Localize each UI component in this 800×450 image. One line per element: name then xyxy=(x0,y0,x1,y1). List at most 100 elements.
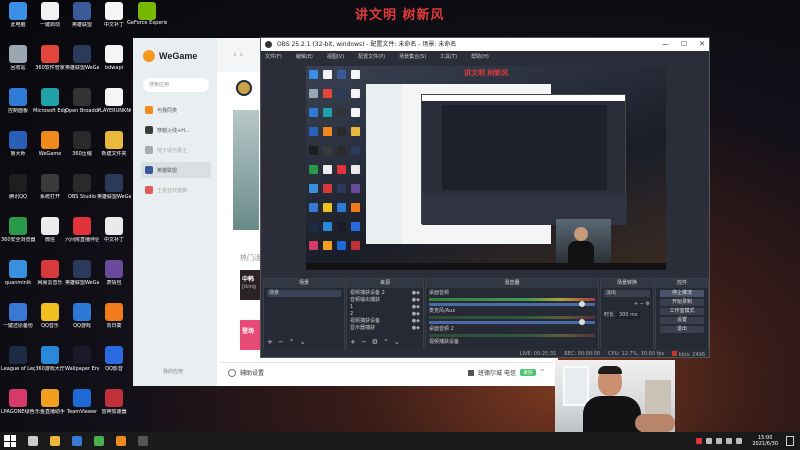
desktop-icon[interactable]: LPAGONE绿色软件 xyxy=(1,389,35,429)
wegame-sidebar-item-active[interactable]: 英雄联盟 xyxy=(141,162,211,178)
taskbar-app-wegame[interactable] xyxy=(116,436,126,446)
desktop-icon[interactable]: 网易云音乐 xyxy=(34,260,66,300)
start-recording-button[interactable]: 开始录制 xyxy=(660,299,704,306)
scene-item[interactable]: 场景 xyxy=(267,290,341,297)
taskbar-app-explorer[interactable] xyxy=(50,436,60,446)
desktop-icon[interactable]: 向日葵 xyxy=(98,303,130,343)
desktop-icon[interactable]: 表情包 xyxy=(98,260,130,300)
taskbar-app-obs[interactable] xyxy=(138,436,148,446)
desktop-icon[interactable]: 360游戏大厅 xyxy=(34,346,66,386)
desktop-icon[interactable]: bdwapi xyxy=(98,45,130,85)
move-up-icon[interactable]: ⌃ xyxy=(383,338,389,346)
maximize-icon[interactable]: ☐ xyxy=(681,38,687,51)
event-card[interactable]: 中韩 [iking xyxy=(240,270,262,300)
duration-input[interactable]: 300 ms xyxy=(617,312,640,319)
desktop-icon[interactable]: 英雄联盟WeGame版 xyxy=(65,260,99,300)
desktop-icon[interactable]: 新建文件夹 xyxy=(98,131,130,171)
source-item[interactable]: 音频输出捕获 ●◆ xyxy=(350,297,420,304)
clock[interactable]: 15:00 2021/6/30 xyxy=(752,435,778,447)
eye-lock-icon[interactable]: ●◆ xyxy=(412,311,420,318)
exit-button[interactable]: 退出 xyxy=(660,326,704,333)
volume-slider[interactable] xyxy=(429,319,595,325)
wegame-search-input[interactable]: 搜索应用 xyxy=(143,78,209,92)
source-item[interactable]: 视频捕获设备 2 ●◆ xyxy=(350,290,420,297)
desktop-icon[interactable]: 腾讯QQ xyxy=(2,174,34,214)
menu-help[interactable]: 帮助(H) xyxy=(471,51,489,63)
obs-preview[interactable]: 讲文明 树新风 xyxy=(306,66,666,270)
desktop-icon[interactable]: QQ音乐 xyxy=(34,303,66,343)
event-card[interactable]: 登场 xyxy=(240,320,262,350)
source-item[interactable]: 2 ●◆ xyxy=(350,311,420,318)
eye-lock-icon[interactable]: ●◆ xyxy=(412,325,420,332)
menu-view[interactable]: 视图(V) xyxy=(327,51,344,63)
close-icon[interactable]: ✕ xyxy=(699,38,705,51)
taskbar-app-store[interactable] xyxy=(72,436,82,446)
desktop-icon[interactable]: 中文补丁 xyxy=(98,217,130,257)
desktop-icon[interactable]: 回收站 xyxy=(2,45,34,85)
volume-icon[interactable] xyxy=(726,438,733,444)
desktop-icon[interactable]: 英雄联盟 xyxy=(66,2,98,42)
desktop-icon[interactable]: 控制面板 xyxy=(2,88,34,128)
eye-lock-icon[interactable]: ●◆ xyxy=(412,318,420,325)
desktop-icon[interactable]: TeamViewer xyxy=(66,389,98,429)
taskbar-app-360[interactable] xyxy=(94,436,104,446)
desktop-icon[interactable]: OBS Studio xyxy=(66,174,98,214)
desktop-icon[interactable]: PLAYERUNKNOWN xyxy=(97,88,131,128)
notification-icon[interactable] xyxy=(786,436,794,446)
desktop-icon[interactable]: 乐鱼直播助手 xyxy=(34,389,66,429)
eye-lock-icon[interactable]: ●◆ xyxy=(412,297,420,304)
desktop-icon[interactable]: 360压缩 xyxy=(66,131,98,171)
desktop-icon[interactable]: 中文补丁 xyxy=(98,2,130,42)
desktop-icon[interactable]: Open Broadcast xyxy=(65,88,99,128)
remove-icon[interactable]: − xyxy=(278,338,284,346)
source-item[interactable]: 1 ●◆ xyxy=(350,304,420,311)
wegame-sidebar-item[interactable]: 王者狂欢盛典 xyxy=(141,182,211,198)
language-icon[interactable] xyxy=(736,438,743,444)
minimize-icon[interactable]: — xyxy=(662,38,669,51)
desktop-icon[interactable]: 系统打开 xyxy=(34,174,66,214)
wegame-my-apps[interactable]: 我的应用 xyxy=(163,368,183,375)
desktop-icon[interactable]: 六间房直播伴侣 xyxy=(65,217,99,257)
desktop-icon[interactable]: 英雄联盟WeGame版 xyxy=(97,174,131,214)
menu-profile[interactable]: 配置文件(P) xyxy=(358,51,385,63)
windows-start-icon[interactable] xyxy=(4,435,16,447)
desktop-icon[interactable]: 一键还原备份 xyxy=(2,303,34,343)
stop-streaming-button[interactable]: 停止推流 xyxy=(660,290,704,297)
eye-lock-icon[interactable]: ●◆ xyxy=(412,290,420,297)
desktop-icon[interactable]: 英雄联盟WeGame版 xyxy=(65,45,99,85)
tray-icon[interactable] xyxy=(706,438,713,444)
assist-settings-button[interactable]: 辅助设置 xyxy=(240,368,264,377)
source-item[interactable]: 显示器捕获 ●◆ xyxy=(350,325,420,332)
slider-knob[interactable] xyxy=(579,301,585,307)
add-icon[interactable]: + xyxy=(350,338,356,346)
menu-file[interactable]: 文件(F) xyxy=(265,51,282,63)
move-up-icon[interactable]: ⌃ xyxy=(289,338,295,346)
champion-icon[interactable] xyxy=(236,80,252,96)
menu-edit[interactable]: 编辑(E) xyxy=(296,51,313,63)
wegame-sidebar-item[interactable]: 与我同类 xyxy=(141,102,211,118)
desktop-icon[interactable]: 微信 xyxy=(34,217,66,257)
move-down-icon[interactable]: ⌄ xyxy=(394,338,400,346)
desktop-icon[interactable]: 雷神加速器 xyxy=(98,389,130,429)
wegame-nav-arrows[interactable]: ‹ › xyxy=(233,50,243,60)
desktop-icon[interactable]: Microsoft Edge xyxy=(33,88,67,128)
hero-banner[interactable] xyxy=(233,110,259,230)
tray-icon[interactable] xyxy=(696,438,703,444)
studio-mode-button[interactable]: 工作室模式 xyxy=(660,308,704,315)
desktop-icon[interactable]: WeGame xyxy=(34,131,66,171)
desktop-icon[interactable]: QQ游戏 xyxy=(66,303,98,343)
desktop-icon[interactable]: 360软件管家 xyxy=(34,45,66,85)
volume-slider[interactable] xyxy=(429,301,595,307)
menu-scene-collection[interactable]: 场景集合(S) xyxy=(399,51,426,63)
wegame-sidebar-item[interactable]: 地下城与勇士 xyxy=(141,142,211,158)
add-icon[interactable]: + xyxy=(267,338,273,346)
network-icon[interactable] xyxy=(716,438,723,444)
move-down-icon[interactable]: ⌄ xyxy=(300,338,306,346)
taskbar-app-task-view[interactable] xyxy=(28,436,38,446)
server-status[interactable]: 班德尔城 电信 良好 ^ xyxy=(468,368,545,377)
desktop-icon[interactable]: 鲁大师 xyxy=(2,131,34,171)
remove-icon[interactable]: − xyxy=(361,338,367,346)
source-item[interactable]: 视频捕获设备 ●◆ xyxy=(350,318,420,325)
gear-icon[interactable]: ⚙ xyxy=(646,301,650,307)
desktop-icon[interactable]: 此电脑 xyxy=(2,2,34,42)
